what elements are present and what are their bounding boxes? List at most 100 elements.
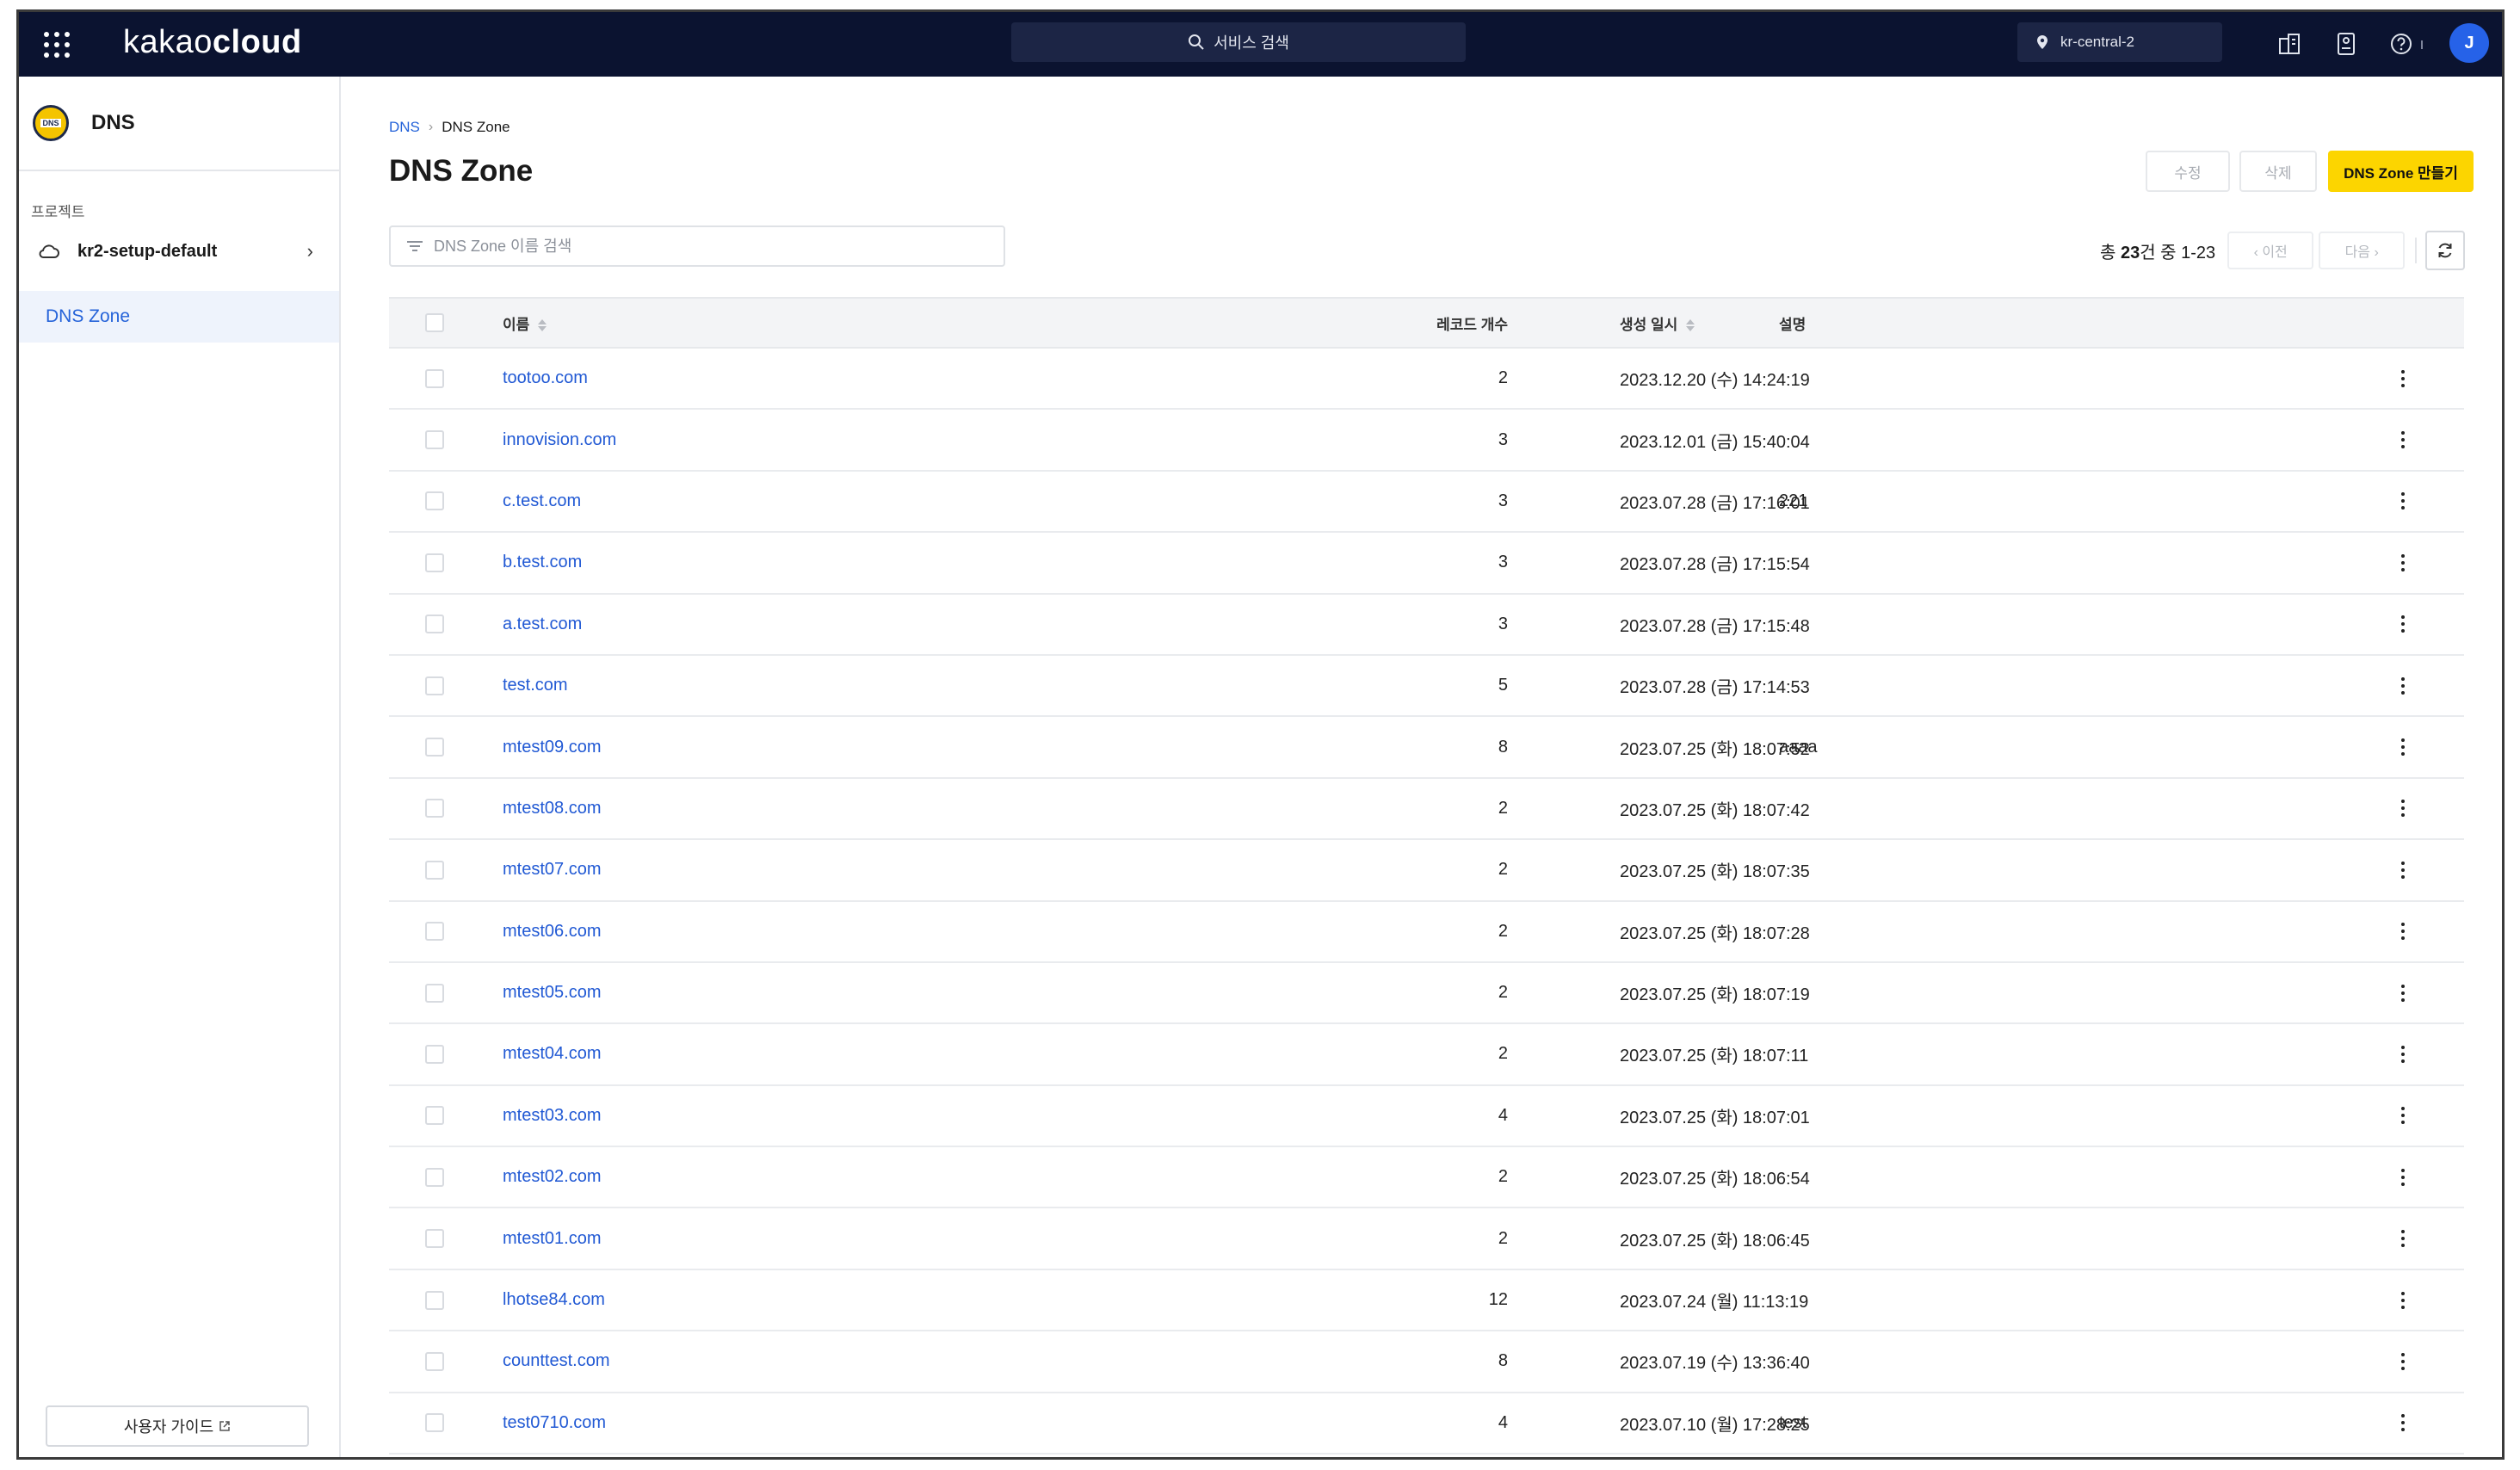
- column-header-created[interactable]: 생성 일시: [1620, 312, 1695, 334]
- zone-name-cell: b.test.com: [503, 553, 582, 572]
- record-count-cell: 3: [1498, 553, 1508, 572]
- row-checkbox[interactable]: [425, 1106, 444, 1126]
- table-header: 이름 레코드 개수 생성 일시 설명: [389, 297, 2464, 349]
- more-options-icon[interactable]: [2390, 1405, 2416, 1440]
- user-avatar[interactable]: J: [2449, 23, 2489, 63]
- zone-name-link[interactable]: mtest07.com: [503, 860, 601, 879]
- refresh-button[interactable]: [2425, 231, 2466, 270]
- zone-name-link[interactable]: b.test.com: [503, 553, 582, 571]
- row-checkbox[interactable]: [425, 799, 444, 818]
- more-options-icon[interactable]: [2390, 669, 2416, 703]
- column-header-records: 레코드 개수: [1436, 316, 1508, 333]
- record-count-cell: 8: [1498, 737, 1508, 757]
- row-checkbox[interactable]: [425, 1413, 444, 1433]
- zone-name-link[interactable]: mtest01.com: [503, 1229, 601, 1248]
- help-icon[interactable]: [2385, 28, 2418, 60]
- row-checkbox[interactable]: [425, 430, 444, 450]
- zone-name-link[interactable]: c.test.com: [503, 491, 581, 510]
- row-checkbox[interactable]: [425, 1290, 444, 1310]
- zone-name-link[interactable]: tootoo.com: [503, 368, 588, 387]
- project-name: kr2-setup-default: [77, 241, 218, 261]
- more-options-icon[interactable]: [2390, 914, 2416, 948]
- project-selector[interactable]: kr2-setup-default ›: [28, 225, 332, 277]
- table-row: test0710.com 4 2023.07.10 (월) 17:28:25 test: [389, 1393, 2464, 1455]
- more-options-icon[interactable]: [2390, 607, 2416, 641]
- table-row: mtest08.com 2 2023.07.25 (화) 18:07:42: [389, 779, 2464, 841]
- more-options-icon[interactable]: [2390, 1098, 2416, 1133]
- zone-name-link[interactable]: test.com: [503, 676, 568, 695]
- more-options-icon[interactable]: [2390, 484, 2416, 518]
- app-grid-icon[interactable]: [34, 22, 79, 67]
- sidebar-item-dns-zone[interactable]: DNS Zone: [19, 291, 339, 343]
- more-options-icon[interactable]: [2390, 1221, 2416, 1256]
- created-date-cell: 2023.07.25 (화) 18:07:42: [1620, 800, 1810, 820]
- breadcrumb-dns-link[interactable]: DNS: [389, 119, 420, 136]
- more-options-icon[interactable]: [2390, 1037, 2416, 1072]
- more-options-icon[interactable]: [2390, 730, 2416, 764]
- document-icon[interactable]: [2330, 28, 2362, 60]
- row-checkbox[interactable]: [425, 922, 444, 942]
- dns-logo-text: DNS: [40, 119, 61, 127]
- more-options-icon[interactable]: [2390, 361, 2416, 396]
- row-checkbox[interactable]: [425, 615, 444, 634]
- row-checkbox[interactable]: [425, 368, 444, 388]
- zone-name-cell: counttest.com: [503, 1351, 610, 1371]
- row-checkbox[interactable]: [425, 860, 444, 880]
- building-icon[interactable]: [2273, 28, 2306, 60]
- zone-name-link[interactable]: mtest08.com: [503, 799, 601, 818]
- brand-prefix: kakao: [123, 24, 213, 60]
- zone-name-link[interactable]: mtest03.com: [503, 1106, 601, 1125]
- table-row: b.test.com 3 2023.07.28 (금) 17:15:54: [389, 533, 2464, 595]
- breadcrumb-current: DNS Zone: [442, 119, 510, 135]
- row-checkbox[interactable]: [425, 1229, 444, 1249]
- zone-name-cell: c.test.com: [503, 491, 581, 511]
- zone-name-link[interactable]: mtest06.com: [503, 922, 601, 941]
- zone-name-cell: lhotse84.com: [503, 1290, 605, 1310]
- more-options-icon[interactable]: [2390, 791, 2416, 825]
- row-checkbox[interactable]: [425, 1351, 444, 1371]
- zone-name-link[interactable]: lhotse84.com: [503, 1290, 605, 1309]
- zone-name-cell: mtest04.com: [503, 1044, 601, 1064]
- more-options-icon[interactable]: [2390, 1283, 2416, 1318]
- user-guide-button[interactable]: 사용자 가이드: [46, 1405, 309, 1447]
- zone-name-link[interactable]: mtest02.com: [503, 1167, 601, 1186]
- sort-icon: [1686, 319, 1695, 332]
- more-options-icon[interactable]: [2390, 546, 2416, 580]
- more-options-icon[interactable]: [2390, 423, 2416, 457]
- more-options-icon[interactable]: [2390, 1344, 2416, 1379]
- select-all-checkbox[interactable]: [425, 313, 444, 332]
- more-options-icon[interactable]: [2390, 853, 2416, 887]
- brand-logo[interactable]: kakaocloud: [123, 24, 302, 61]
- row-checkbox[interactable]: [425, 553, 444, 572]
- service-search[interactable]: 서비스 검색: [1011, 22, 1466, 62]
- dns-zone-search-input[interactable]: [434, 237, 985, 256]
- search-icon: [1189, 34, 1204, 50]
- next-page-button[interactable]: 다음 ›: [2319, 232, 2406, 269]
- row-checkbox[interactable]: [425, 676, 444, 695]
- zone-name-link[interactable]: mtest04.com: [503, 1044, 601, 1063]
- sort-icon: [538, 319, 547, 332]
- zone-name-link[interactable]: counttest.com: [503, 1351, 610, 1370]
- region-selector[interactable]: kr-central-2: [2017, 22, 2222, 62]
- row-checkbox[interactable]: [425, 491, 444, 511]
- zone-name-cell: innovision.com: [503, 430, 616, 450]
- prev-page-button[interactable]: ‹ 이전: [2227, 232, 2314, 269]
- create-dns-zone-button[interactable]: DNS Zone 만들기: [2328, 151, 2474, 192]
- zone-name-link[interactable]: mtest09.com: [503, 738, 601, 757]
- record-count-cell: 5: [1498, 676, 1508, 695]
- more-options-icon[interactable]: [2390, 976, 2416, 1010]
- zone-name-link[interactable]: test0710.com: [503, 1413, 606, 1432]
- row-checkbox[interactable]: [425, 1044, 444, 1064]
- row-checkbox[interactable]: [425, 738, 444, 757]
- edit-button[interactable]: 수정: [2146, 151, 2230, 192]
- more-options-icon[interactable]: [2390, 1160, 2416, 1195]
- dns-zone-search[interactable]: [389, 225, 1005, 267]
- zone-name-link[interactable]: innovision.com: [503, 430, 616, 449]
- delete-button[interactable]: 삭제: [2239, 151, 2317, 192]
- zone-name-link[interactable]: mtest05.com: [503, 983, 601, 1002]
- row-checkbox[interactable]: [425, 1167, 444, 1187]
- zone-name-link[interactable]: a.test.com: [503, 615, 582, 633]
- column-header-name[interactable]: 이름: [503, 312, 547, 334]
- row-checkbox[interactable]: [425, 983, 444, 1003]
- topbar-divider: [2421, 40, 2423, 49]
